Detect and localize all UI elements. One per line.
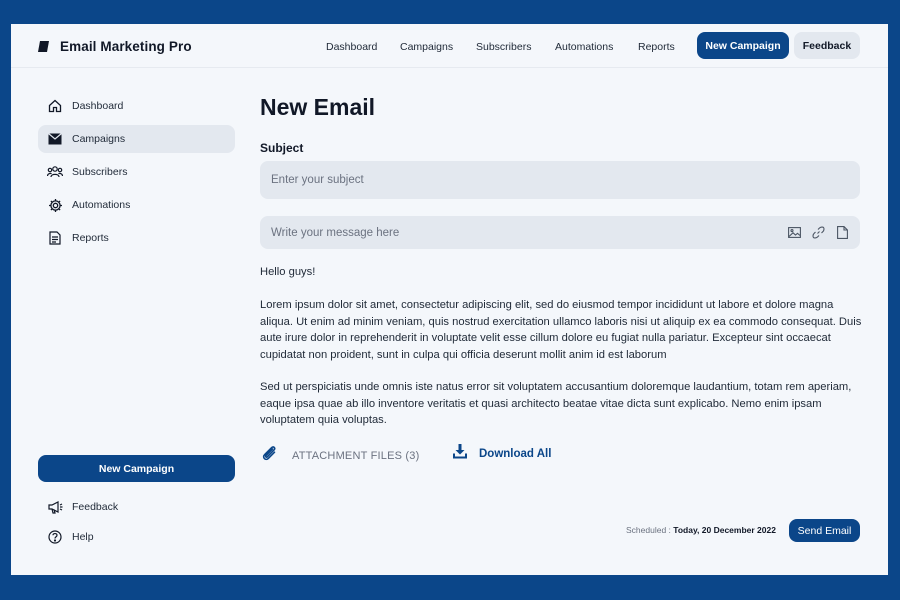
gear-icon	[47, 197, 63, 213]
sidebar-item-dashboard[interactable]: Dashboard	[38, 92, 235, 120]
nav-campaigns[interactable]: Campaigns	[400, 41, 453, 53]
sidebar-item-campaigns[interactable]: Campaigns	[38, 125, 235, 153]
document-icon	[47, 230, 63, 246]
attachments[interactable]: ATTACHMENT FILES (3)	[260, 444, 419, 467]
link-icon[interactable]	[811, 225, 826, 240]
image-icon[interactable]	[787, 225, 802, 240]
attachment-files-label: ATTACHMENT FILES (3)	[292, 449, 420, 462]
sidebar-item-feedback[interactable]: Feedback	[38, 493, 235, 521]
logo-icon	[38, 41, 49, 52]
sidebar-item-help[interactable]: Help	[38, 523, 235, 551]
sidebar-item-reports[interactable]: Reports	[38, 224, 235, 252]
sidebar-item-subscribers[interactable]: Subscribers	[38, 158, 235, 186]
nav-subscribers[interactable]: Subscribers	[476, 41, 531, 53]
email-paragraph-1: Lorem ipsum dolor sit amet, consectetur …	[260, 299, 862, 361]
message-input[interactable]: Write your message here	[260, 216, 860, 249]
sidebar-item-label: Campaigns	[72, 133, 126, 145]
paperclip-icon	[260, 444, 278, 467]
top-bar: Email Marketing Pro Dashboard Campaigns …	[11, 24, 888, 68]
brand[interactable]: Email Marketing Pro	[38, 39, 192, 54]
scheduled-info: Scheduled : Today, 20 December 2022	[626, 525, 776, 535]
download-icon	[452, 444, 468, 464]
scheduled-date: Today, 20 December 2022	[673, 525, 776, 535]
app-window: Email Marketing Pro Dashboard Campaigns …	[11, 24, 888, 575]
subject-label: Subject	[260, 141, 304, 155]
sidebar-item-label: Subscribers	[72, 166, 128, 178]
send-email-button[interactable]: Send Email	[789, 519, 860, 542]
sidebar-item-label: Automations	[72, 199, 131, 211]
nav-dashboard[interactable]: Dashboard	[326, 41, 377, 53]
sidebar-item-label: Feedback	[72, 501, 119, 513]
sidebar-item-label: Reports	[72, 232, 109, 244]
new-campaign-button[interactable]: New Campaign	[697, 32, 789, 59]
users-icon	[47, 164, 63, 180]
download-all-button[interactable]: Download All	[452, 444, 551, 464]
page-title: New Email	[260, 94, 376, 120]
home-icon	[47, 98, 63, 114]
email-greeting: Hello guys!	[260, 266, 316, 278]
sidebar-item-label: Dashboard	[72, 100, 124, 112]
help-icon	[47, 529, 63, 545]
email-paragraph-2: Sed ut perspiciatis unde omnis iste natu…	[260, 381, 852, 426]
message-placeholder: Write your message here	[271, 226, 400, 239]
envelope-icon	[47, 131, 63, 147]
sidebar-new-campaign-button[interactable]: New Campaign	[38, 455, 235, 482]
sidebar-item-automations[interactable]: Automations	[38, 191, 235, 219]
file-icon[interactable]	[835, 225, 850, 240]
sidebar-item-label: Help	[72, 531, 94, 543]
subject-placeholder: Enter your subject	[271, 174, 364, 186]
megaphone-icon	[47, 499, 63, 515]
scheduled-label: Scheduled :	[626, 525, 671, 535]
feedback-button[interactable]: Feedback	[794, 32, 860, 59]
message-toolbar	[787, 225, 850, 240]
nav-automations[interactable]: Automations	[555, 41, 613, 53]
nav-reports[interactable]: Reports	[638, 41, 675, 53]
subject-input[interactable]: Enter your subject	[260, 161, 860, 199]
app-name: Email Marketing Pro	[60, 39, 192, 54]
download-all-label: Download All	[479, 448, 552, 460]
